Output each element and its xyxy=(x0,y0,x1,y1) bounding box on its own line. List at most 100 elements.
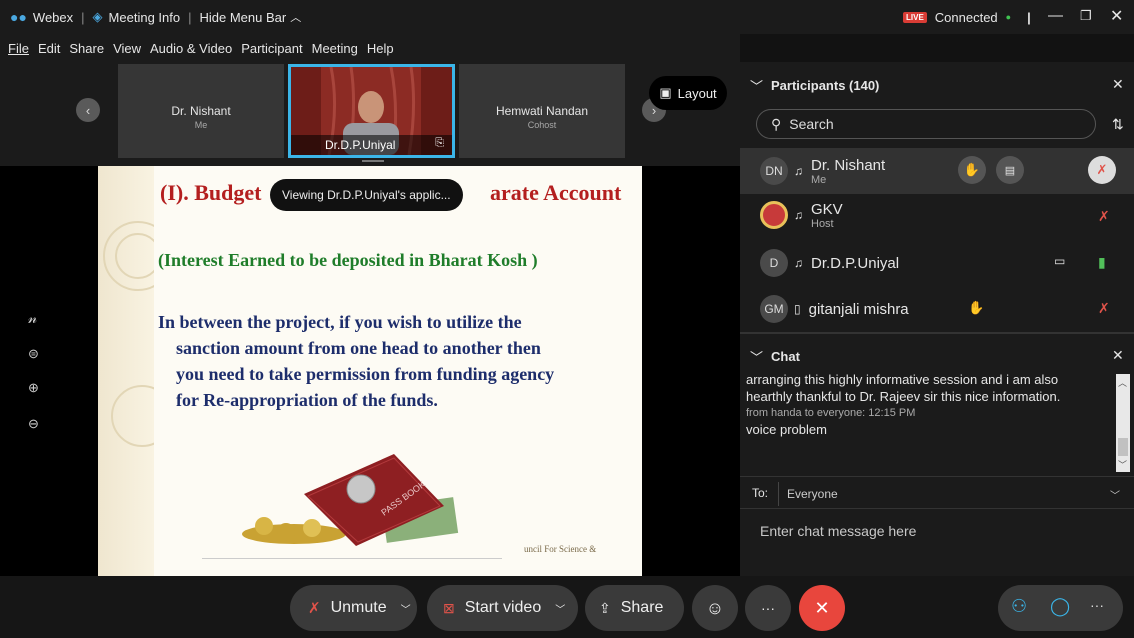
start-video-button[interactable]: ⊠ Start video ﹀ xyxy=(427,585,578,631)
chat-title: Chat xyxy=(771,349,800,364)
smiley-icon: ☺ xyxy=(705,597,725,618)
menu-share[interactable]: Share xyxy=(69,41,104,56)
participant-row[interactable]: GM ▯ gitanjali mishra ✋ ✗ xyxy=(740,286,1134,332)
zoom-out-icon[interactable]: ⊖ xyxy=(28,416,39,432)
unmute-button[interactable]: ✗ Unmute ﹀ xyxy=(290,585,417,631)
slide-body-line: for Re-appropriation of the funds. xyxy=(176,390,438,410)
shared-content-area: (I). Budget arate Account (Interest Earn… xyxy=(0,166,740,576)
zoom-in-icon[interactable]: ⊕ xyxy=(28,380,39,396)
chevron-down-icon: ﹀ xyxy=(555,604,566,616)
avatar xyxy=(760,201,788,229)
reactions-button[interactable]: ☺ xyxy=(692,585,738,631)
slide-footer-text: uncil For Science & xyxy=(524,544,597,554)
share-button[interactable]: ⇪ Share xyxy=(585,585,684,631)
menu-view[interactable]: View xyxy=(113,41,141,56)
start-video-label: Start video xyxy=(464,599,542,616)
chat-input[interactable]: Enter chat message here xyxy=(740,508,1134,576)
participants-header[interactable]: ﹀ Participants (140) xyxy=(750,76,879,95)
close-window-icon[interactable]: ✕ xyxy=(1110,6,1123,26)
title-bar: ●● Webex | ◈ Meeting Info | Hide Menu Ba… xyxy=(0,0,1134,34)
video-tile-active-speaker[interactable]: Dr.D.P.Uniyal ⎘ xyxy=(288,64,455,158)
menu-file[interactable]: File xyxy=(8,41,29,56)
annotate-icon[interactable]: 𝓃 xyxy=(28,310,37,327)
video-off-icon: ⊠ xyxy=(443,599,455,616)
slide-footer-strip xyxy=(202,558,502,572)
participant-name: GKV xyxy=(811,200,843,218)
scroll-thumb[interactable] xyxy=(1118,438,1128,456)
passbook-image: PASS BOOK xyxy=(242,454,459,546)
tile-role: Me xyxy=(194,120,208,130)
avatar: D xyxy=(760,249,788,277)
remote-control-icon[interactable]: ⊜ xyxy=(28,346,39,362)
viewing-tooltip: Viewing Dr.D.P.Uniyal's applic... xyxy=(270,179,463,211)
slide-body-line: you need to take permission from funding… xyxy=(176,364,555,384)
search-icon: ⚲ xyxy=(771,115,782,132)
scroll-down-icon[interactable]: ﹀ xyxy=(1118,458,1127,471)
chevron-down-icon: ﹀ xyxy=(750,79,764,94)
slide-subtitle: (Interest Earned to be deposited in Bhar… xyxy=(158,250,538,270)
more-panels-icon[interactable]: ··· xyxy=(1090,597,1104,613)
tile-name: Dr. Nishant xyxy=(171,104,231,118)
muted-mic-icon: ✗ xyxy=(1098,208,1110,224)
close-participants-icon[interactable]: ✕ xyxy=(1112,76,1124,93)
sort-icon[interactable]: ⇅ xyxy=(1112,116,1124,133)
chat-message-text: hearthly thankful to Dr. Rajeev sir this… xyxy=(746,389,1061,404)
chat-header[interactable]: ﹀ Chat xyxy=(750,347,800,366)
chat-scrollbar[interactable]: ︿ ﹀ xyxy=(1116,374,1130,472)
restore-icon[interactable]: ❐ xyxy=(1080,8,1092,24)
participant-role: Me xyxy=(811,173,827,186)
close-chat-icon[interactable]: ✕ xyxy=(1112,347,1124,364)
video-tile-cohost[interactable]: Hemwati Nandan Cohost xyxy=(459,64,625,158)
leave-meeting-button[interactable]: ✕ xyxy=(799,585,845,631)
participant-row[interactable]: ♫ GKV Host ✗ xyxy=(740,192,1134,238)
chat-panel-icon[interactable]: ◯ xyxy=(1050,596,1070,617)
participant-search[interactable]: ⚲ Search xyxy=(756,109,1096,139)
share-label: Share xyxy=(620,599,664,616)
participant-row[interactable]: D ♫ Dr.D.P.Uniyal ▭ ▮ xyxy=(740,240,1134,286)
separator: | xyxy=(81,9,85,25)
raise-hand-button[interactable]: ✋ xyxy=(958,156,986,184)
recipient-select[interactable]: Everyone ﹀ xyxy=(778,482,1124,506)
more-options-button[interactable]: ··· xyxy=(745,585,791,631)
meeting-info-label: Meeting Info xyxy=(108,9,181,25)
presentation-slide: (I). Budget arate Account (Interest Earn… xyxy=(98,166,642,576)
avatar: GM xyxy=(760,295,788,323)
menu-audio-video[interactable]: Audio & Video xyxy=(150,41,232,56)
mute-self-button[interactable]: ✗ xyxy=(1088,156,1116,184)
share-icon: ⇪ xyxy=(599,599,611,616)
layout-icon: ▣ xyxy=(659,85,672,100)
tile-role: Cohost xyxy=(527,120,557,130)
participant-row[interactable]: DN ♫ Dr. Nishant Me ✋ ▤ ✗ xyxy=(740,148,1134,194)
chevron-up-icon: ︿ xyxy=(290,12,302,24)
minimize-icon[interactable]: — xyxy=(1048,7,1063,24)
filmstrip-prev-button[interactable]: ‹ xyxy=(76,98,100,122)
layout-button[interactable]: ▣ Layout xyxy=(649,76,727,110)
panel-divider xyxy=(740,476,1134,477)
participant-role: Host xyxy=(811,217,834,230)
menu-meeting[interactable]: Meeting xyxy=(312,41,358,56)
panel-toggle-group: ⚇ ◯ ··· xyxy=(998,585,1123,631)
app-brand: ●● Webex xyxy=(10,0,73,34)
hide-menu-button[interactable]: Hide Menu Bar ︿ xyxy=(199,0,301,34)
tile-name: Dr.D.P.Uniyal xyxy=(325,138,396,152)
slide-swirl-graphic xyxy=(103,221,173,447)
menu-participant[interactable]: Participant xyxy=(241,41,302,56)
to-label: To: xyxy=(752,486,769,500)
participants-panel-icon[interactable]: ⚇ xyxy=(1011,596,1027,617)
meeting-info-button[interactable]: ◈ Meeting Info xyxy=(93,0,181,34)
video-tile-self[interactable]: Dr. Nishant Me xyxy=(118,64,284,158)
connection-status[interactable]: Connected xyxy=(935,10,998,25)
headset-icon: ♫ xyxy=(794,164,803,178)
chat-message-meta: from handa to everyone: 12:15 PM xyxy=(746,407,916,419)
menu-edit[interactable]: Edit xyxy=(38,41,60,56)
video-filmstrip: ‹ Dr. Nishant Me Dr.D.P.Uniyal ⎘ Hemwati… xyxy=(0,62,740,166)
scroll-up-icon[interactable]: ︿ xyxy=(1118,376,1127,389)
chevron-down-icon: ﹀ xyxy=(750,350,764,365)
caption-button[interactable]: ▤ xyxy=(996,156,1024,184)
menu-help[interactable]: Help xyxy=(367,41,394,56)
raised-hand-icon: ✋ xyxy=(968,300,985,315)
unmuted-mic-icon: ▮ xyxy=(1098,254,1106,270)
headset-icon: ♫ xyxy=(794,208,803,222)
slide-decoration xyxy=(98,166,173,576)
filmstrip-resize-handle[interactable] xyxy=(362,160,384,162)
